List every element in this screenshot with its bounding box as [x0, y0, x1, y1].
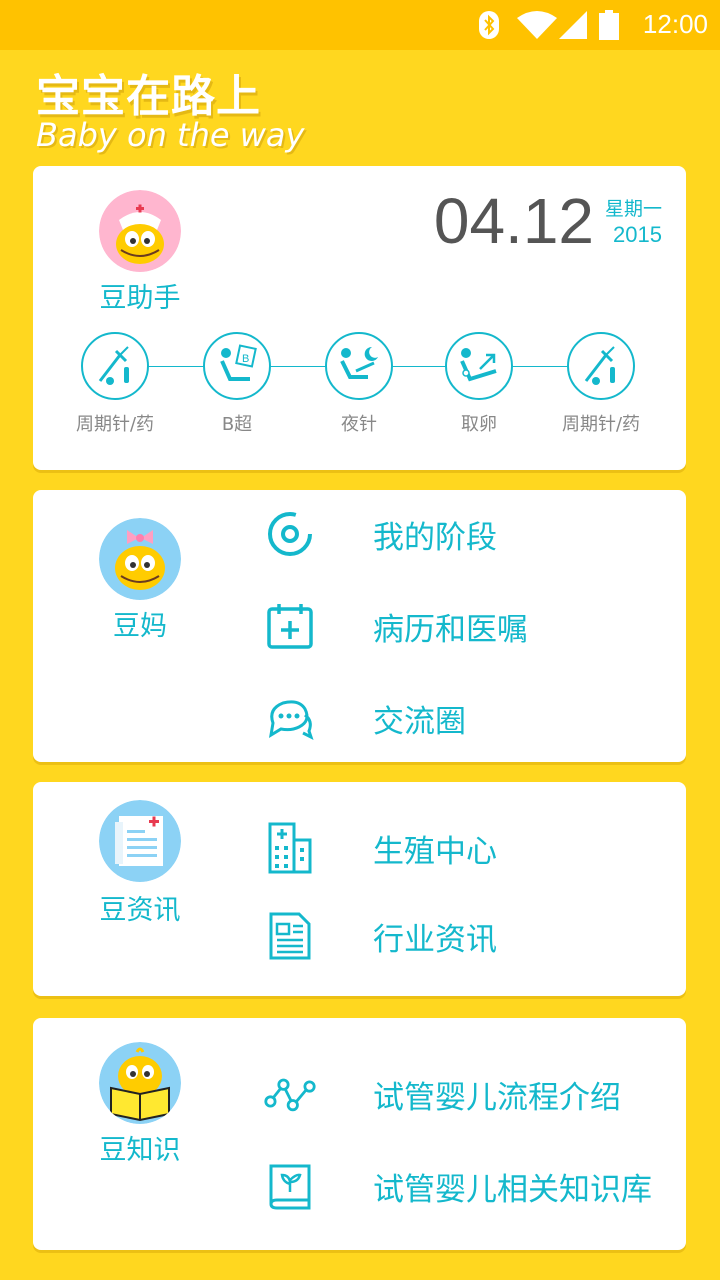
menu-ivf-process[interactable]: 试管婴儿流程介绍	[263, 1064, 663, 1124]
night-injection-icon	[340, 346, 378, 379]
menu-label: 病历和医嘱	[373, 611, 528, 648]
step-label: 周期针/药	[561, 414, 641, 435]
process-nodes-icon	[264, 1078, 316, 1112]
news-label: 豆资讯	[99, 895, 181, 926]
menu-label: 我的阶段	[373, 519, 497, 556]
knowledge-label: 豆知识	[99, 1135, 181, 1166]
hospital-building-icon	[268, 822, 312, 874]
step-label: B超	[221, 414, 253, 435]
assistant-label: 豆助手	[99, 283, 181, 314]
chat-bubbles-icon	[268, 700, 314, 740]
menu-label: 行业资讯	[373, 921, 497, 958]
step-label: 取卵	[461, 414, 497, 435]
news-avatar-icon	[99, 800, 181, 882]
step-label: 夜针	[341, 414, 377, 435]
step-egg-retrieval[interactable]: 取卵	[419, 332, 539, 436]
news-document-icon	[269, 912, 311, 960]
assistant-card[interactable]: 豆助手 04.12 星期一 2015 周期针/药 B B超 夜针 取卵 周期针/…	[33, 166, 686, 470]
calendar-plus-icon	[267, 604, 313, 649]
status-time: 12:00	[642, 9, 708, 39]
signal-icon	[559, 11, 587, 39]
knowledge-book-icon	[269, 1164, 311, 1210]
news-card: 豆资讯 生殖中心 行业资讯	[33, 782, 686, 996]
app-subtitle: Baby on the way	[36, 116, 305, 154]
menu-my-stage[interactable]: 我的阶段	[263, 504, 663, 564]
mom-label: 豆妈	[113, 611, 167, 642]
nurse-avatar-icon	[99, 190, 181, 272]
menu-medical-records[interactable]: 病历和医嘱	[263, 596, 663, 656]
date-display: 04.12	[433, 185, 594, 257]
menu-label: 试管婴儿相关知识库	[373, 1171, 652, 1208]
menu-reproductive-center[interactable]: 生殖中心	[263, 818, 663, 878]
app-title: 宝宝在路上	[36, 71, 261, 122]
reading-avatar-icon	[99, 1042, 181, 1124]
menu-community[interactable]: 交流圈	[263, 688, 663, 748]
status-bar: 12:00	[0, 0, 720, 50]
wifi-icon	[517, 11, 557, 39]
menu-ivf-knowledge-base[interactable]: 试管婴儿相关知识库	[263, 1156, 663, 1216]
mom-avatar-icon	[99, 518, 181, 600]
menu-label: 试管婴儿流程介绍	[373, 1079, 621, 1116]
svg-text:B: B	[242, 353, 249, 365]
step-ultrasound[interactable]: B B超	[177, 332, 297, 436]
step-label: 周期针/药	[75, 414, 155, 435]
weekday-label: 星期一	[604, 198, 662, 220]
syringe-pill-icon	[98, 346, 129, 385]
step-cycle-meds[interactable]: 周期针/药	[55, 332, 175, 436]
menu-industry-news[interactable]: 行业资讯	[263, 906, 663, 966]
syringe-pill-icon	[584, 346, 615, 385]
egg-retrieval-icon	[460, 348, 497, 382]
knowledge-card: 豆知识 试管婴儿流程介绍 试管婴儿相关知识库	[33, 1018, 686, 1250]
battery-icon	[599, 10, 619, 40]
step-night-injection[interactable]: 夜针	[299, 332, 419, 436]
menu-label: 生殖中心	[373, 833, 497, 870]
ultrasound-icon: B	[220, 344, 257, 381]
mom-card: 豆妈 我的阶段 病历和医嘱 交流圈	[33, 490, 686, 762]
menu-label: 交流圈	[373, 703, 466, 740]
bluetooth-icon	[479, 11, 499, 39]
stage-target-icon	[268, 512, 312, 556]
year-label: 2015	[613, 222, 662, 247]
step-cycle-meds-2[interactable]: 周期针/药	[541, 332, 661, 436]
